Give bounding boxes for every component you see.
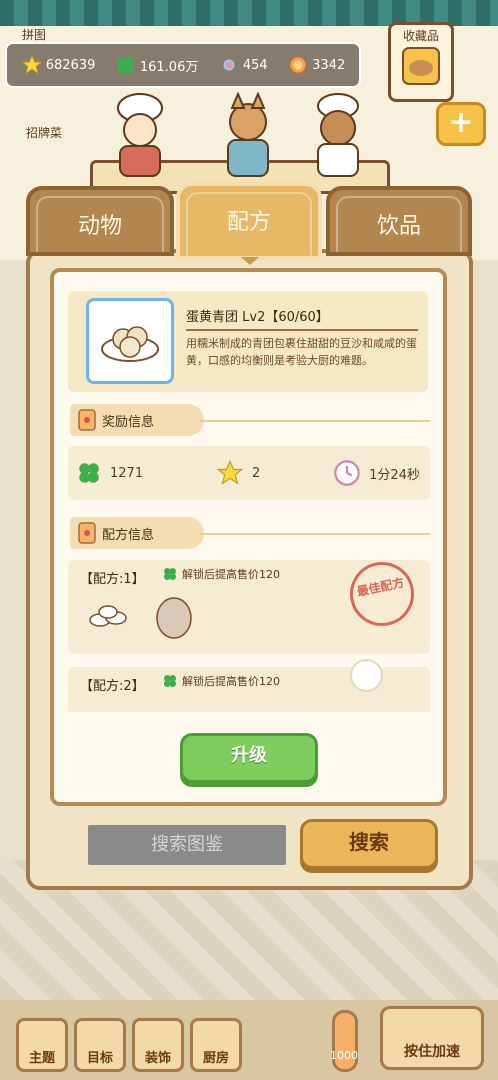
- nav-theme-button[interactable]: 主题: [16, 1018, 68, 1072]
- recipe-2-unlock-text: 解锁后提高售价120: [182, 675, 280, 688]
- recipe-section-title: 配方信息: [102, 527, 155, 543]
- nav-decor-button[interactable]: 装饰: [132, 1018, 184, 1072]
- chef-dog-icon[interactable]: [216, 92, 280, 182]
- divider: [186, 329, 418, 331]
- temperature-value: 1000: [330, 1049, 358, 1062]
- recipe-section-header: 配方信息: [70, 517, 204, 549]
- reward-clover: 1271: [76, 460, 143, 486]
- dish-image: [86, 298, 174, 384]
- clover-icon: [79, 463, 99, 483]
- nav-goal-button[interactable]: 目标: [74, 1018, 126, 1072]
- tab-recipes[interactable]: 配方: [176, 182, 322, 260]
- chef-girl-icon[interactable]: [108, 92, 172, 182]
- reward-section-title: 奖励信息: [102, 414, 155, 430]
- recipe-2-unlock: 解锁后提高售价120: [162, 673, 280, 689]
- search-input[interactable]: 搜索图鉴: [88, 825, 286, 865]
- signature-dish-label[interactable]: 招牌菜: [26, 124, 62, 141]
- reward-time: 1分24秒: [333, 459, 420, 487]
- nav-decor-label: 装饰: [144, 1051, 171, 1066]
- clover-icon: [164, 675, 176, 687]
- dish-name: 蛋黄青团 Lv2【60/60】: [186, 310, 329, 325]
- nav-goal-label: 目标: [86, 1051, 113, 1066]
- candy-icon: [223, 59, 235, 71]
- reward-stars: 2: [216, 459, 260, 487]
- candy-currency[interactable]: 454: [218, 54, 268, 76]
- thermometer-icon: [332, 1010, 358, 1072]
- reward-stars-value: 2: [251, 465, 261, 481]
- reward-row: 1271 2 1分24秒: [68, 446, 430, 500]
- boost-label: 按住加速: [404, 1044, 460, 1060]
- clock-icon: [334, 460, 360, 486]
- recipe-1-unlock-text: 解锁后提高售价120: [182, 568, 280, 581]
- reward-section-header: 奖励信息: [70, 404, 204, 436]
- scroll-icon: [78, 409, 96, 431]
- currency-bar: 682639 161.06万 454 3342: [5, 42, 361, 88]
- recipe-1-label: 【配方:1】: [80, 572, 145, 587]
- add-button[interactable]: +: [436, 102, 486, 146]
- star-count: 682639: [45, 57, 96, 73]
- nav-kitchen-button[interactable]: 厨房: [190, 1018, 242, 1072]
- egg-icon: [156, 597, 192, 639]
- divider: [200, 533, 430, 535]
- tab-drinks[interactable]: 饮品: [326, 186, 472, 256]
- collection-button[interactable]: 收藏品: [388, 22, 454, 102]
- tab-animals[interactable]: 动物: [26, 186, 174, 256]
- star-icon: [21, 54, 43, 75]
- nav-theme-label: 主题: [28, 1051, 55, 1066]
- coin-icon: [289, 56, 308, 74]
- pot-icon: [402, 47, 440, 85]
- clover-icon: [164, 568, 176, 580]
- coin-currency[interactable]: 3342: [287, 54, 345, 76]
- clover-icon: [117, 56, 135, 74]
- selection-circle[interactable]: [350, 659, 383, 692]
- puzzle-label[interactable]: 拼图: [22, 26, 46, 43]
- hold-boost-button[interactable]: 按住加速: [380, 1006, 484, 1070]
- clover-currency[interactable]: 161.06万: [115, 54, 199, 76]
- recipe-2-label: 【配方:2】: [80, 679, 145, 694]
- upgrade-button[interactable]: 升级: [180, 733, 318, 783]
- star-icon: [216, 459, 244, 485]
- star-currency[interactable]: 682639: [21, 54, 96, 76]
- rice-icon: [89, 605, 127, 627]
- chef-bear-icon[interactable]: [306, 92, 370, 182]
- scroll-icon: [78, 522, 96, 544]
- divider: [200, 420, 430, 422]
- candy-count: 454: [242, 57, 268, 73]
- tab-pointer-icon: [241, 257, 259, 265]
- nav-kitchen-label: 厨房: [202, 1051, 229, 1066]
- reward-time-value: 1分24秒: [369, 467, 420, 483]
- search-button[interactable]: 搜索: [300, 819, 438, 869]
- recipe-1-unlock: 解锁后提高售价120: [162, 566, 280, 582]
- collection-label: 收藏品: [402, 29, 439, 43]
- reward-clover-value: 1271: [110, 465, 144, 481]
- dish-description: 用糯米制成的青团包裹住甜甜的豆沙和咸咸的蛋黄，口感的均衡则是考验大厨的难题。: [186, 337, 417, 367]
- qingtuan-icon: [101, 326, 159, 362]
- clover-count: 161.06万: [139, 59, 199, 75]
- coin-count: 3342: [312, 57, 346, 73]
